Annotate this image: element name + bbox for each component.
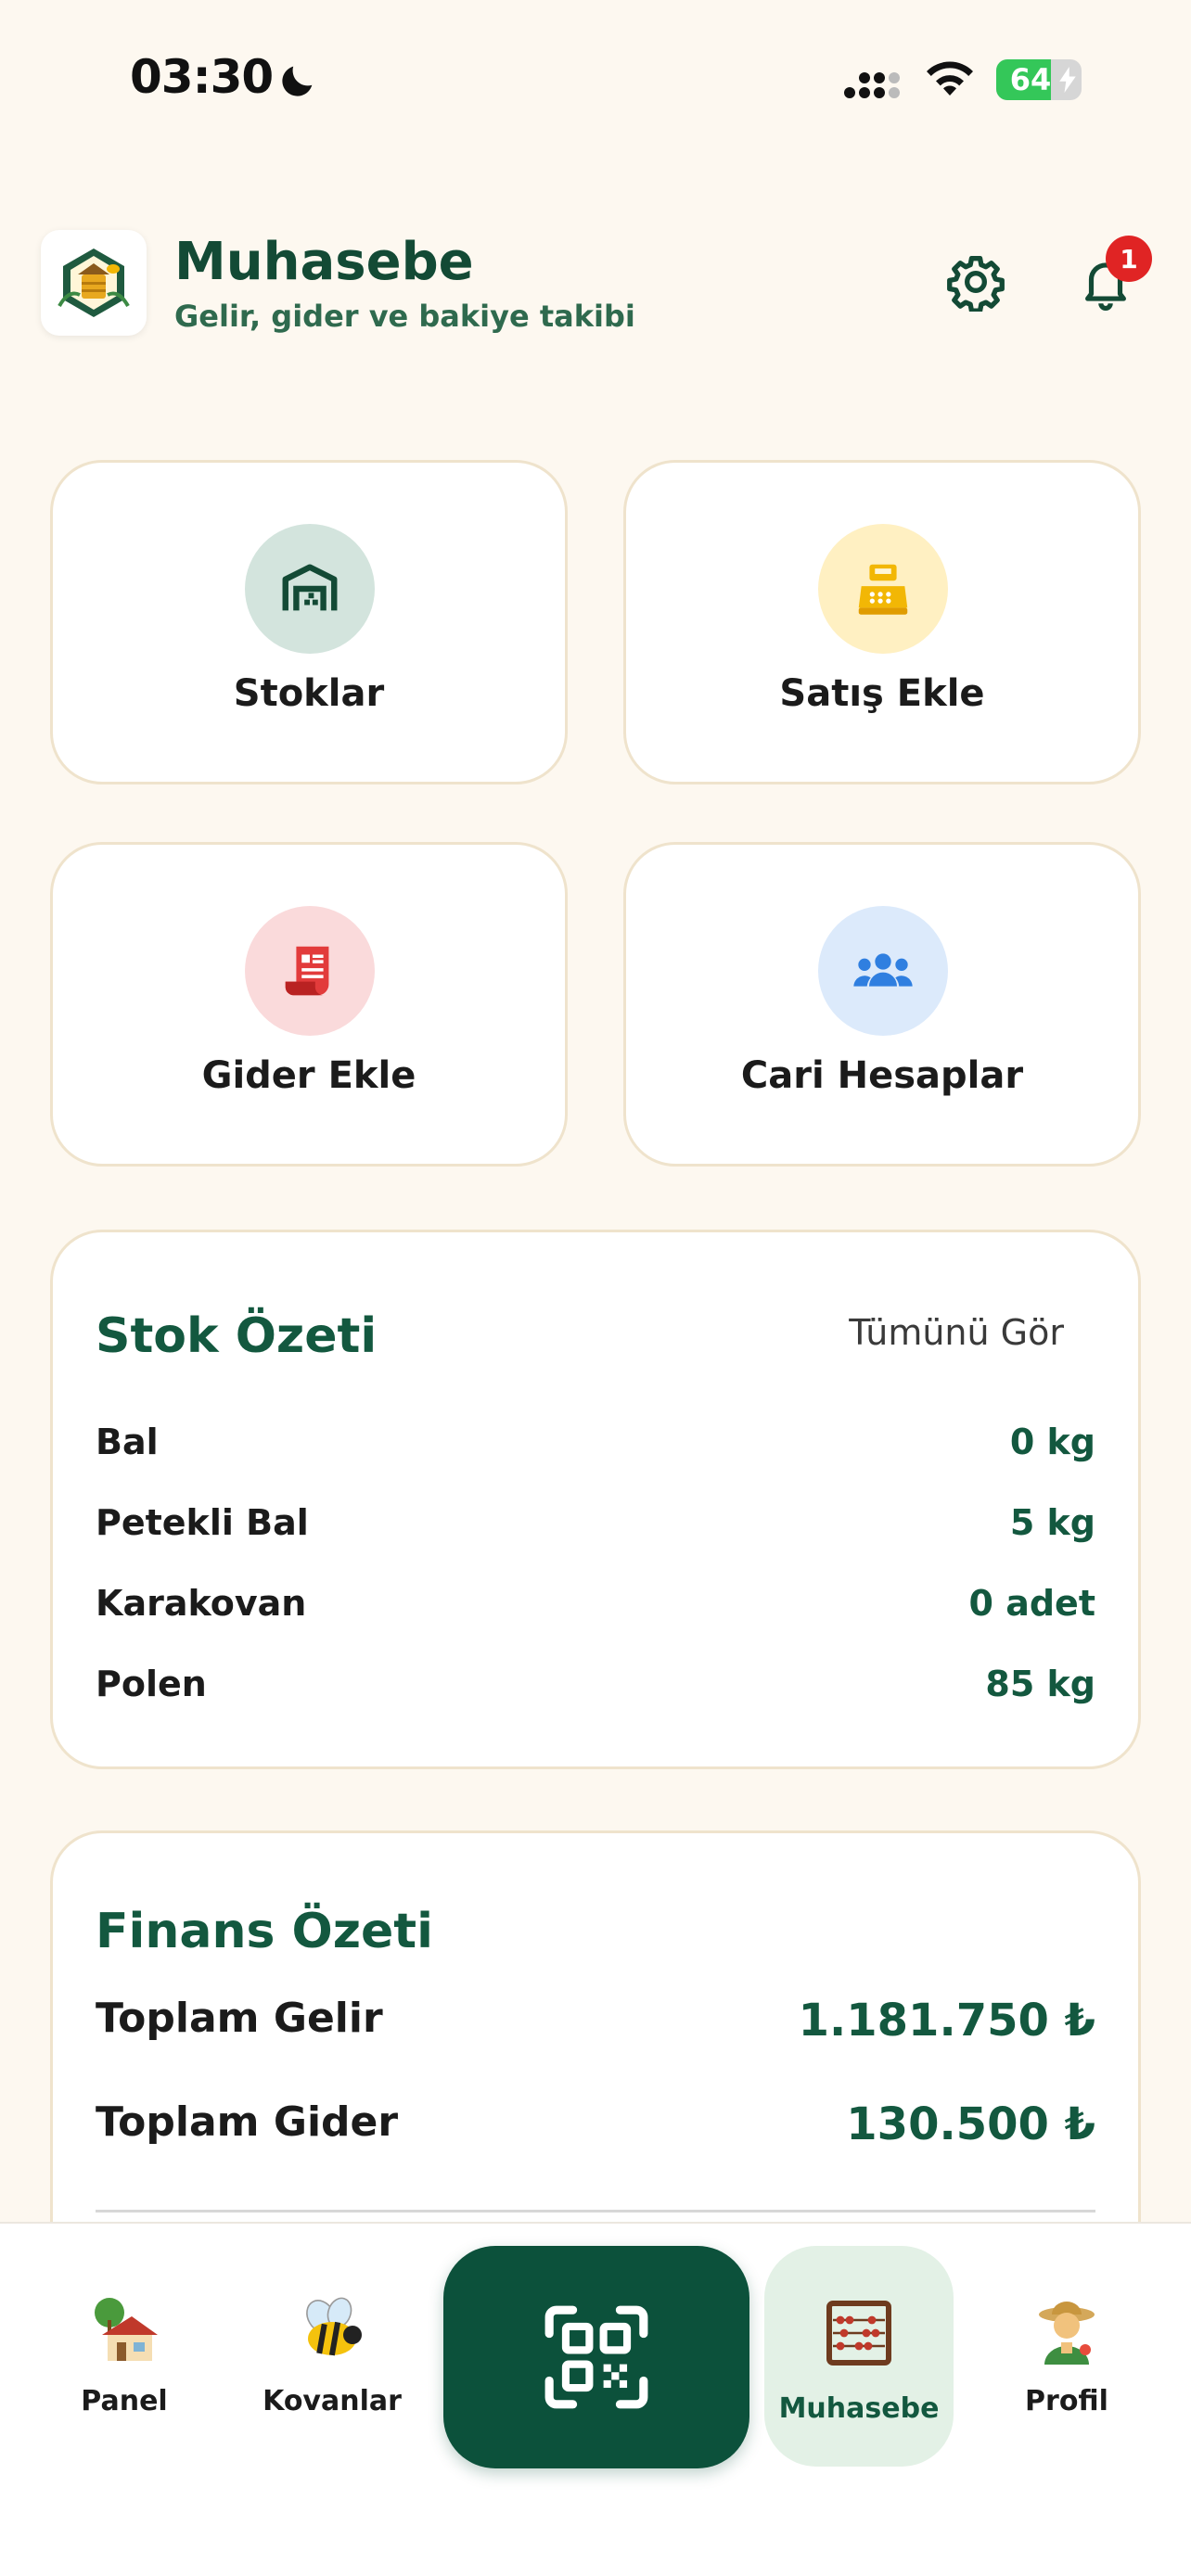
people-icon: [853, 953, 913, 987]
finance-divider: [96, 2210, 1095, 2213]
cash-register-icon-circle: [818, 524, 948, 654]
stock-value: 0 adet: [968, 1583, 1095, 1624]
total-income-label: Toplam Gelir: [96, 1995, 383, 2042]
stock-value: 5 kg: [1009, 1502, 1095, 1543]
total-expense-label: Toplam Gider: [96, 2098, 399, 2146]
status-time: 03:30: [130, 50, 274, 104]
finance-row: Toplam Gelir 1.181.750 ₺: [96, 1995, 1095, 2060]
nav-label-profile: Profil: [1025, 2385, 1108, 2417]
nav-label-hives: Kovanlar: [263, 2385, 402, 2417]
status-bar: 03:30 64: [0, 0, 1191, 158]
nav-label-panel: Panel: [81, 2385, 168, 2417]
stocks-label: Stoklar: [233, 672, 385, 715]
cash-register-icon: [858, 564, 908, 615]
qr-scan-button[interactable]: [443, 2246, 749, 2468]
stock-row: Polen 85 kg: [96, 1664, 1095, 1719]
page-subtitle: Gelir, gider ve bakiye takibi: [174, 299, 635, 334]
add-expense-label: Gider Ekle: [201, 1054, 416, 1097]
nav-item-accounting[interactable]: Muhasebe: [764, 2246, 954, 2467]
stock-name: Bal: [96, 1422, 159, 1462]
charging-bolt-icon: [1059, 67, 1076, 93]
add-sale-card[interactable]: Satış Ekle: [623, 460, 1141, 784]
stock-row: Bal 0 kg: [96, 1422, 1095, 1477]
finance-summary-title: Finans Özeti: [96, 1904, 433, 1959]
stock-name: Polen: [96, 1664, 207, 1704]
page-title: Muhasebe: [174, 232, 474, 292]
wifi-icon: [927, 61, 973, 96]
see-all-link[interactable]: Tümünü Gör: [849, 1312, 1064, 1353]
stock-row: Petekli Bal 5 kg: [96, 1502, 1095, 1558]
stock-summary-title: Stok Özeti: [96, 1308, 378, 1364]
receipt-icon: [285, 946, 329, 996]
moon-icon: [282, 66, 313, 96]
current-accounts-label: Cari Hesaplar: [740, 1054, 1024, 1097]
stocks-card[interactable]: Stoklar: [50, 460, 568, 784]
stock-summary-card: Stok Özeti Tümünü Gör Bal 0 kg Petekli B…: [50, 1230, 1141, 1769]
qr-scan-icon: [544, 2305, 648, 2409]
farmer-icon: [1039, 2302, 1095, 2365]
beehive-logo-icon: [58, 249, 130, 317]
app-logo: [41, 230, 147, 336]
house-icon: [95, 2298, 158, 2361]
finance-row: Toplam Gider 130.500 ₺: [96, 2098, 1095, 2163]
warehouse-icon-circle: [245, 524, 375, 654]
people-icon-circle: [818, 906, 948, 1036]
app-header: Muhasebe Gelir, gider ve bakiye takibi 1: [41, 230, 1152, 341]
nav-item-panel[interactable]: Panel: [41, 2268, 208, 2435]
finance-summary-card: Finans Özeti Toplam Gelir 1.181.750 ₺ To…: [50, 1830, 1141, 2276]
notification-badge: 1: [1106, 236, 1152, 282]
stock-value: 0 kg: [1009, 1422, 1095, 1462]
current-accounts-card[interactable]: Cari Hesaplar: [623, 842, 1141, 1167]
abacus-icon: [826, 2301, 891, 2366]
stock-name: Petekli Bal: [96, 1502, 309, 1543]
nav-item-profile[interactable]: Profil: [983, 2268, 1150, 2435]
nav-label-accounting: Muhasebe: [778, 2392, 940, 2425]
notifications-button[interactable]: 1: [1067, 236, 1152, 321]
battery-level: 64: [1009, 62, 1052, 97]
bottom-nav: Panel Kovanlar Muhasebe Profil: [0, 2222, 1191, 2576]
receipt-icon-circle: [245, 906, 375, 1036]
total-expense-value: 130.500 ₺: [846, 2098, 1095, 2150]
stock-row: Karakovan 0 adet: [96, 1583, 1095, 1639]
cellular-signal-icon: [844, 72, 900, 98]
gear-icon: [947, 256, 1005, 312]
stock-value: 85 kg: [985, 1664, 1095, 1704]
add-sale-label: Satış Ekle: [779, 672, 985, 715]
stock-name: Karakovan: [96, 1583, 307, 1624]
nav-item-hives[interactable]: Kovanlar: [249, 2268, 416, 2435]
total-income-value: 1.181.750 ₺: [798, 1995, 1095, 2047]
bee-icon: [306, 2297, 362, 2356]
battery-indicator: 64: [996, 59, 1082, 100]
add-expense-card[interactable]: Gider Ekle: [50, 842, 568, 1167]
settings-button[interactable]: [937, 243, 1015, 321]
warehouse-icon: [282, 564, 338, 611]
